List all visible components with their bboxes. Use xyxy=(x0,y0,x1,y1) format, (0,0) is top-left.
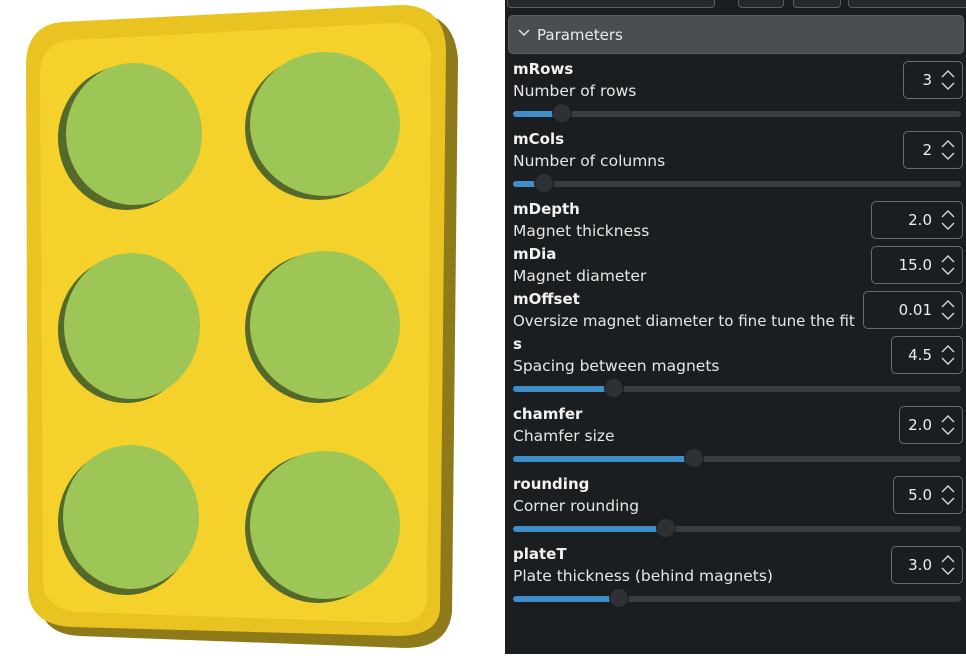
spinbox-value: 2 xyxy=(922,141,932,159)
preset-dropdown[interactable] xyxy=(507,0,715,8)
chamfer-spinbox[interactable]: 2.0 xyxy=(899,406,963,444)
param-name: mDia xyxy=(513,245,557,263)
preset-button[interactable] xyxy=(738,0,784,8)
param-description: Number of rows xyxy=(513,82,637,100)
param-name: rounding xyxy=(513,475,590,493)
mcols-spinbox[interactable]: 2 xyxy=(903,131,963,169)
chevron-down-icon xyxy=(518,29,530,37)
spinner-arrows-icon[interactable] xyxy=(940,138,956,162)
param-description: Chamfer size xyxy=(513,427,615,445)
preset-button[interactable] xyxy=(793,0,841,8)
param-mcols: mCols Number of columns 2 xyxy=(513,130,963,194)
param-name: mOffset xyxy=(513,290,580,308)
moffset-spinbox[interactable]: 0.01 xyxy=(863,291,963,329)
spinbox-value: 5.0 xyxy=(908,486,932,504)
preset-button[interactable] xyxy=(848,0,966,8)
parameters-section-header[interactable]: Parameters xyxy=(508,15,964,54)
spinner-arrows-icon[interactable] xyxy=(940,553,956,577)
param-moffset: mOffset Oversize magnet diameter to fine… xyxy=(513,290,963,332)
mrows-spinbox[interactable]: 3 xyxy=(903,61,963,99)
plate-render xyxy=(26,5,458,648)
mdepth-spinbox[interactable]: 2.0 xyxy=(871,201,963,239)
spinbox-value: 3.0 xyxy=(908,556,932,574)
mdia-spinbox[interactable]: 15.0 xyxy=(871,246,963,284)
spinbox-value: 3 xyxy=(922,71,932,89)
param-platet: plateT Plate thickness (behind magnets) … xyxy=(513,545,963,609)
spinbox-value: 2.0 xyxy=(908,416,932,434)
spinner-arrows-icon[interactable] xyxy=(940,68,956,92)
s-spinbox[interactable]: 4.5 xyxy=(891,336,963,374)
param-description: Magnet diameter xyxy=(513,267,647,285)
param-description: Plate thickness (behind magnets) xyxy=(513,567,773,585)
param-name: mDepth xyxy=(513,200,580,218)
param-name: plateT xyxy=(513,545,567,563)
param-description: Magnet thickness xyxy=(513,222,650,240)
spinner-arrows-icon[interactable] xyxy=(940,483,956,507)
slider-handle[interactable] xyxy=(603,378,624,398)
slider-handle[interactable] xyxy=(552,103,573,123)
param-mdepth: mDepth Magnet thickness 2.0 xyxy=(513,200,963,242)
param-description: Oversize magnet diameter to fine tune th… xyxy=(513,312,855,330)
rounding-spinbox[interactable]: 5.0 xyxy=(893,476,963,514)
mrows-slider[interactable] xyxy=(513,103,961,123)
platet-spinbox[interactable]: 3.0 xyxy=(891,546,963,584)
spinbox-value: 15.0 xyxy=(898,256,932,274)
spinner-arrows-icon[interactable] xyxy=(940,298,956,322)
spinner-arrows-icon[interactable] xyxy=(940,208,956,232)
param-description: Spacing between magnets xyxy=(513,357,720,375)
rounding-slider[interactable] xyxy=(513,518,961,538)
slider-handle[interactable] xyxy=(608,588,629,608)
s-slider[interactable] xyxy=(513,378,961,398)
mcols-slider[interactable] xyxy=(513,173,961,193)
spinbox-value: 2.0 xyxy=(908,211,932,229)
param-description: Number of columns xyxy=(513,152,666,170)
param-description: Corner rounding xyxy=(513,497,640,515)
param-name: mCols xyxy=(513,130,565,148)
spinner-arrows-icon[interactable] xyxy=(940,413,956,437)
slider-handle[interactable] xyxy=(684,448,705,468)
spinbox-value: 4.5 xyxy=(908,346,932,364)
param-name: chamfer xyxy=(513,405,583,423)
customizer-panel: Parameters mRows Number of rows 3 mCols … xyxy=(505,0,966,654)
param-name: mRows xyxy=(513,60,574,78)
section-title: Parameters xyxy=(537,26,623,44)
spinner-arrows-icon[interactable] xyxy=(940,253,956,277)
chamfer-slider[interactable] xyxy=(513,448,961,468)
param-name: s xyxy=(513,335,522,353)
param-s: s Spacing between magnets 4.5 xyxy=(513,335,963,399)
slider-handle[interactable] xyxy=(534,173,555,193)
3d-viewport[interactable] xyxy=(0,0,505,654)
slider-handle[interactable] xyxy=(656,518,677,538)
param-chamfer: chamfer Chamfer size 2.0 xyxy=(513,405,963,469)
param-mdia: mDia Magnet diameter 15.0 xyxy=(513,245,963,287)
spinner-arrows-icon[interactable] xyxy=(940,343,956,367)
param-mrows: mRows Number of rows 3 xyxy=(513,60,963,124)
param-rounding: rounding Corner rounding 5.0 xyxy=(513,475,963,539)
platet-slider[interactable] xyxy=(513,588,961,608)
spinbox-value: 0.01 xyxy=(898,301,932,319)
